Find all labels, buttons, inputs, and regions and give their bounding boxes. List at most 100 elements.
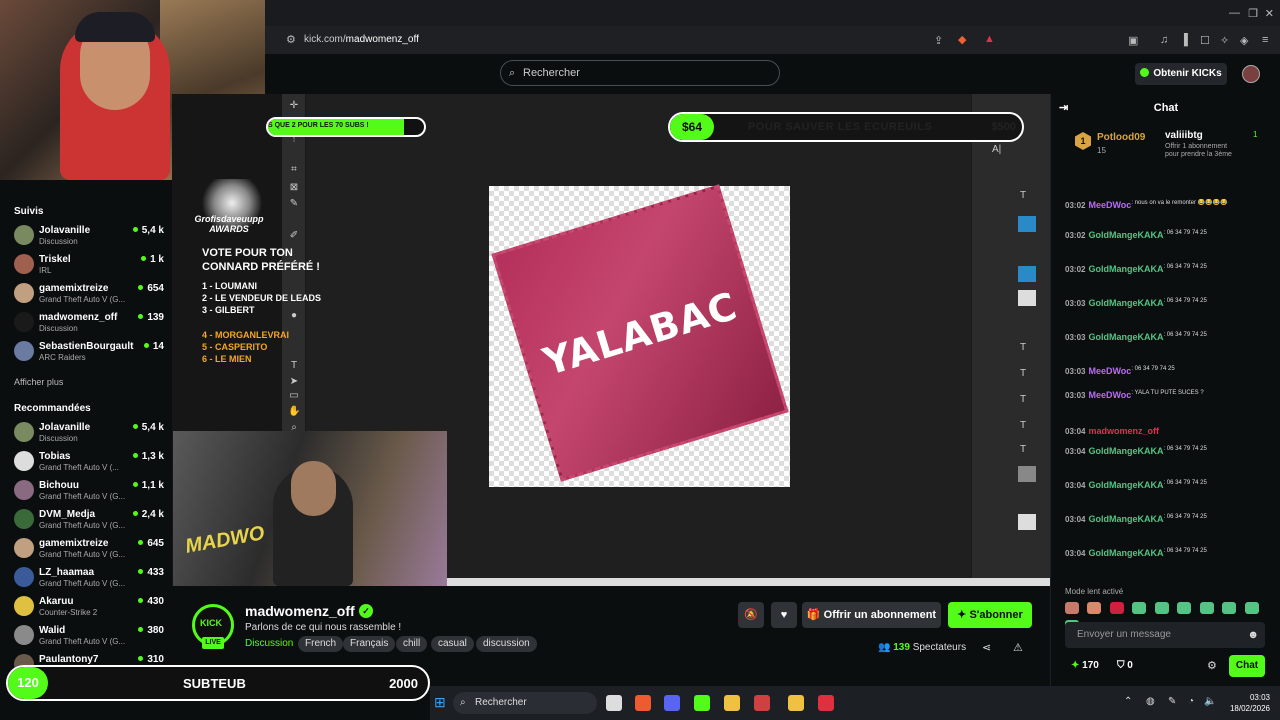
volume-icon[interactable]: 🔈 xyxy=(1204,696,1216,707)
stack-app-icon[interactable] xyxy=(724,695,740,711)
taskbar-search-label: Rechercher xyxy=(475,697,527,708)
message-username[interactable]: GoldMangeKAKA xyxy=(1088,298,1163,308)
emote-icon[interactable] xyxy=(1087,602,1102,614)
subscribe-button[interactable]: ✦ S'abonner xyxy=(948,602,1032,628)
sidebar-channel-item[interactable]: Jolavanille Discussion 5,4 k xyxy=(14,420,164,448)
awards-item: 6 - LE MIEN xyxy=(202,354,252,364)
maximize-icon[interactable]: ❐ xyxy=(1248,7,1258,20)
channel-avatar xyxy=(14,509,34,529)
video-player[interactable]: ✛ ⚚ ⌗ ⊠ ✎ ✐ ● T ➤ ▭ ✋ ⌕ YALABAC A| T T T xyxy=(172,94,1050,586)
address-bar[interactable]: ⚙ kick.com/madwomenz_off xyxy=(278,30,978,50)
message-username[interactable]: GoldMangeKAKA xyxy=(1088,230,1163,240)
tag-chip[interactable]: Français xyxy=(343,636,396,652)
sidebar-channel-item[interactable]: Jolavanille Discussion 5,4 k xyxy=(14,223,164,251)
system-clock[interactable]: 03:03 18/02/2026 xyxy=(1230,692,1270,714)
recommended-heading: Recommandées xyxy=(14,403,91,414)
music-icon[interactable]: ♫ xyxy=(1160,34,1168,46)
chat-input[interactable]: Envoyer un message ☻ xyxy=(1065,622,1265,648)
chrome-app-icon[interactable] xyxy=(754,695,770,711)
emote-icon[interactable] xyxy=(1132,602,1147,614)
message-username[interactable]: MeeDWoc xyxy=(1088,390,1131,400)
rewards-icon[interactable]: ▲ xyxy=(984,33,995,45)
follow-heart-button[interactable]: ♥ xyxy=(771,602,797,628)
message-username[interactable]: GoldMangeKAKA xyxy=(1088,480,1163,490)
chat-settings-icon[interactable]: ⚙ xyxy=(1207,659,1217,672)
message-username[interactable]: GoldMangeKAKA xyxy=(1088,332,1163,342)
sidebar-channel-item[interactable]: Walid Grand Theft Auto V (G... 380 xyxy=(14,623,164,651)
emote-icon[interactable] xyxy=(1154,602,1169,614)
wifi-icon[interactable]: ◔ xyxy=(1188,696,1194,707)
gift-icon: 🎁 xyxy=(806,609,824,621)
tray-app-icon[interactable]: ✎ xyxy=(1168,696,1176,707)
taskbar-search[interactable]: ⌕ Rechercher xyxy=(453,692,597,714)
brave-shield-icon[interactable]: ◆ xyxy=(958,33,966,46)
viewer-count: 14 xyxy=(143,341,164,352)
minimize-icon[interactable]: — xyxy=(1229,7,1240,19)
emoji-picker-icon[interactable]: ☻ xyxy=(1247,622,1259,648)
show-more-link[interactable]: Afficher plus xyxy=(14,377,63,387)
message-username[interactable]: GoldMangeKAKA xyxy=(1088,446,1163,456)
tag-chip[interactable]: French xyxy=(298,636,344,652)
message-username[interactable]: MeeDWoc xyxy=(1088,200,1131,210)
task-view-icon[interactable] xyxy=(606,695,622,711)
channel-points[interactable]: ✦ 170 xyxy=(1071,660,1099,671)
sidebar-channel-item[interactable]: madwomenz_off Discussion 139 xyxy=(14,310,164,338)
donation-goal-text: POUR SAUVER LES ECUREUILS xyxy=(748,121,933,133)
site-info-icon[interactable]: ⚙ xyxy=(286,30,296,50)
share-icon[interactable]: ⇪ xyxy=(934,34,943,47)
ai-icon[interactable]: ✧ xyxy=(1220,34,1229,47)
tray-app-icon[interactable]: ◍ xyxy=(1146,696,1155,707)
tag-chip[interactable]: casual xyxy=(431,636,474,652)
tag-chip[interactable]: discussion xyxy=(476,636,537,652)
brave-app-icon[interactable] xyxy=(635,695,651,711)
channel-name: SebastienBourgault xyxy=(39,341,134,352)
emote-icon[interactable] xyxy=(1109,602,1124,614)
message-username[interactable]: GoldMangeKAKA xyxy=(1088,548,1163,558)
user-avatar[interactable] xyxy=(1242,65,1260,83)
sidebar-channel-item[interactable]: Triskel IRL 1 k xyxy=(14,252,164,280)
stream-category[interactable]: Discussion xyxy=(245,638,293,649)
close-icon[interactable]: ✕ xyxy=(1265,7,1274,20)
sidebar-channel-item[interactable]: LZ_haamaa Grand Theft Auto V (G... 433 xyxy=(14,565,164,593)
emote-icon[interactable] xyxy=(1065,602,1079,614)
viewer-count: 1,1 k xyxy=(132,480,164,491)
get-kicks-button[interactable]: Obtenir KICKs xyxy=(1135,63,1227,85)
menu-icon[interactable]: ≡ xyxy=(1262,34,1268,46)
sidebar-channel-item[interactable]: DVM_Medja Grand Theft Auto V (G... 2,4 k xyxy=(14,507,164,535)
send-chat-button[interactable]: Chat xyxy=(1229,655,1265,677)
message-username[interactable]: GoldMangeKAKA xyxy=(1088,264,1163,274)
windows-start-icon[interactable]: ⊞ xyxy=(434,694,446,711)
search-input[interactable]: ⌕ Rechercher xyxy=(500,60,780,86)
message-username[interactable]: MeeDWoc xyxy=(1088,366,1131,376)
notifications-off-button[interactable]: 🔕 xyxy=(738,602,764,628)
tray-chevron-icon[interactable]: ⌃ xyxy=(1124,696,1132,707)
channel-name[interactable]: madwomenz_off xyxy=(245,603,355,619)
bookmark-icon[interactable]: ☐ xyxy=(1200,34,1210,47)
sidebar-channel-item[interactable]: Tobias Grand Theft Auto V (... 1,3 k xyxy=(14,449,164,477)
emote-icon[interactable] xyxy=(1199,602,1214,614)
gift-sub-button[interactable]: 🎁 Offrir un abonnement xyxy=(802,602,941,628)
layer-type-icon: T xyxy=(1020,342,1027,353)
share-icon[interactable]: ⋖ xyxy=(982,641,991,654)
sidebar-channel-item[interactable]: gamemixtreize Grand Theft Auto V (G... 654 xyxy=(14,281,164,309)
message-username[interactable]: madwomenz_off xyxy=(1088,426,1159,436)
report-icon[interactable]: ⚠ xyxy=(1013,641,1023,654)
kick-app-icon[interactable] xyxy=(694,695,710,711)
sidebar-icon[interactable]: ▐ xyxy=(1180,34,1188,46)
reader-icon[interactable]: ▣ xyxy=(1128,34,1138,47)
sidebar-channel-item[interactable]: gamemixtreize Grand Theft Auto V (G... 645 xyxy=(14,536,164,564)
message-username[interactable]: GoldMangeKAKA xyxy=(1088,514,1163,524)
tag-chip[interactable]: chill xyxy=(396,636,428,652)
collapse-chat-icon[interactable]: ⇥ xyxy=(1059,94,1068,122)
discord-app-icon[interactable] xyxy=(664,695,680,711)
sidebar-channel-item[interactable]: SebastienBourgault ARC Raiders 14 xyxy=(14,339,164,367)
vpn-icon[interactable]: ◈ xyxy=(1240,34,1248,47)
store-counter[interactable]: ⛉ 0 xyxy=(1117,660,1133,671)
folder-app-icon[interactable] xyxy=(788,695,804,711)
youtube-app-icon[interactable] xyxy=(818,695,834,711)
sidebar-channel-item[interactable]: Akaruu Counter-Strike 2 430 xyxy=(14,594,164,622)
emote-icon[interactable] xyxy=(1177,602,1192,614)
sidebar-channel-item[interactable]: Bichouu Grand Theft Auto V (G... 1,1 k xyxy=(14,478,164,506)
emote-icon[interactable] xyxy=(1244,602,1259,614)
emote-icon[interactable] xyxy=(1222,602,1237,614)
